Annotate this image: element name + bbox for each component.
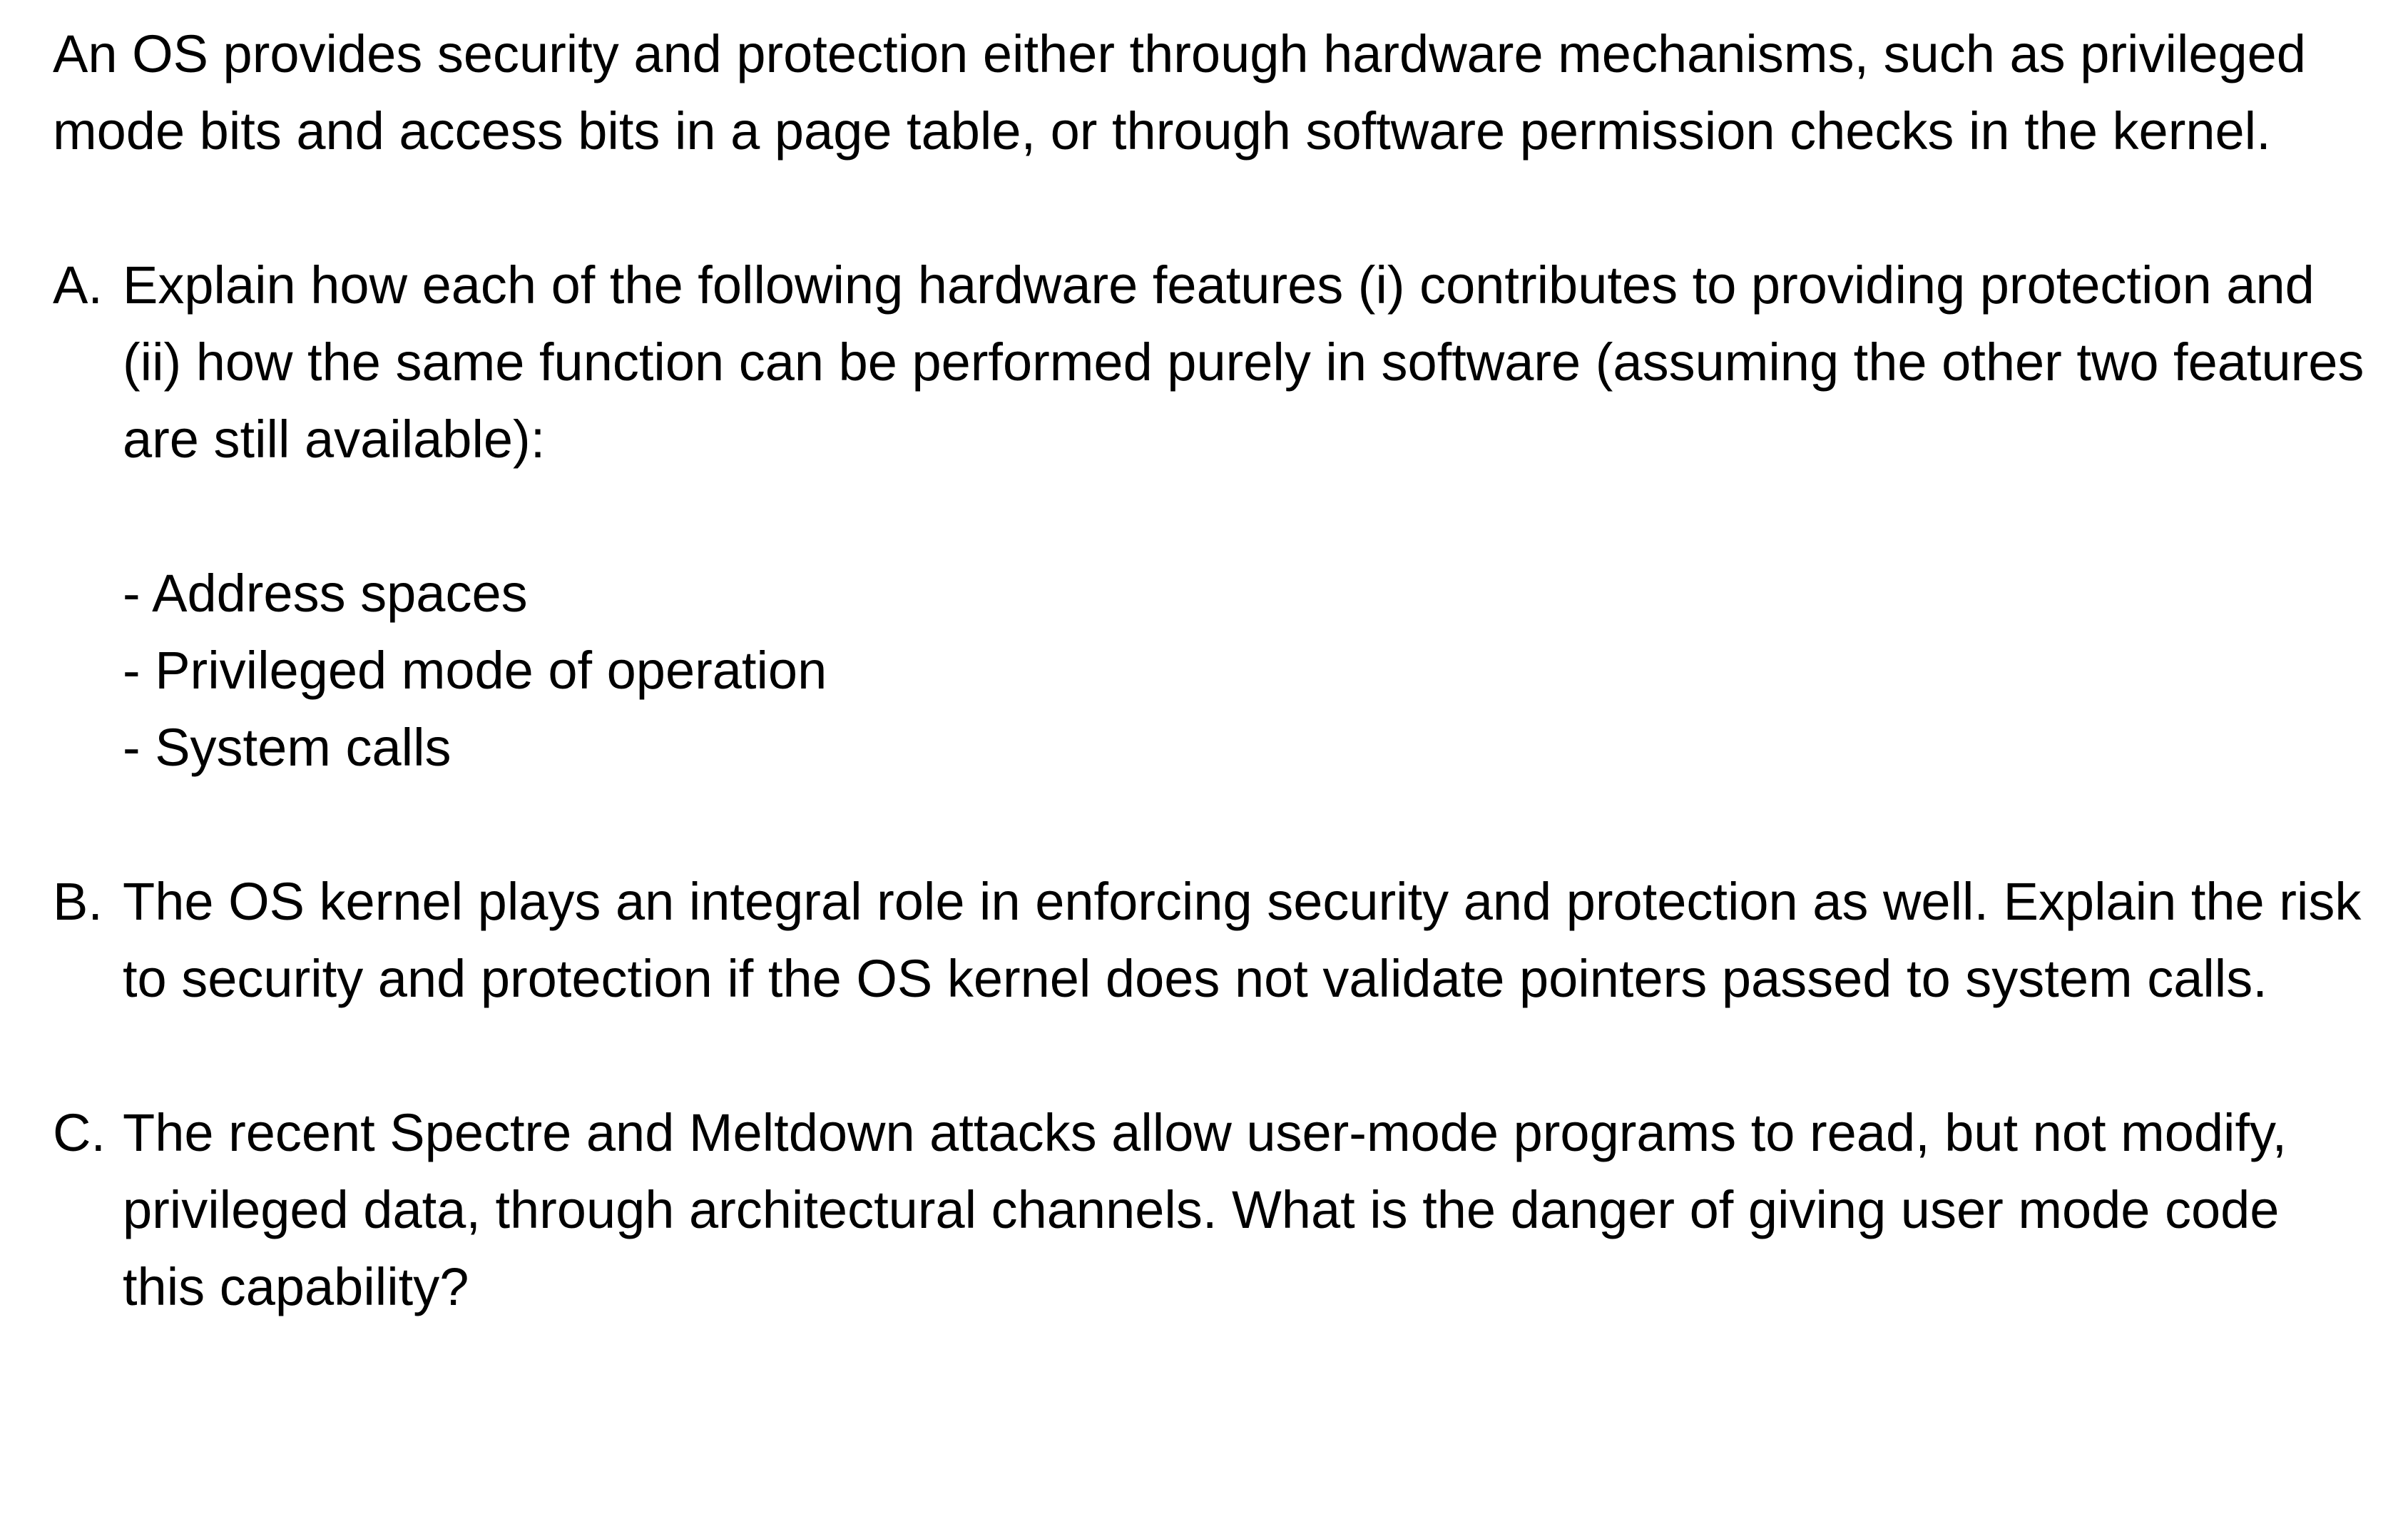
question-c-text: The recent Spectre and Meltdown attacks … [123,1103,2287,1316]
document-body: An OS provides security and protection e… [53,16,2378,1326]
feature-item-system-calls: - System calls [123,718,452,777]
question-b-text: The OS kernel plays an integral role in … [123,872,2362,1008]
question-c: C. The recent Spectre and Meltdown attac… [53,1094,2369,1326]
question-a-letter: A. [53,255,103,315]
question-b-letter: B. [53,872,103,931]
question-b: B. The OS kernel plays an integral role … [53,863,2369,1017]
feature-item-privileged-mode: - Privileged mode of operation [123,641,827,700]
question-a-text: Explain how each of the following hardwa… [123,255,2364,469]
feature-list: - Address spaces - Privileged mode of op… [123,555,2369,786]
feature-item-address-spaces: - Address spaces [123,564,528,623]
question-a: A. Explain how each of the following har… [53,247,2369,786]
question-c-letter: C. [53,1103,106,1162]
intro-paragraph: An OS provides security and protection e… [53,24,2306,161]
